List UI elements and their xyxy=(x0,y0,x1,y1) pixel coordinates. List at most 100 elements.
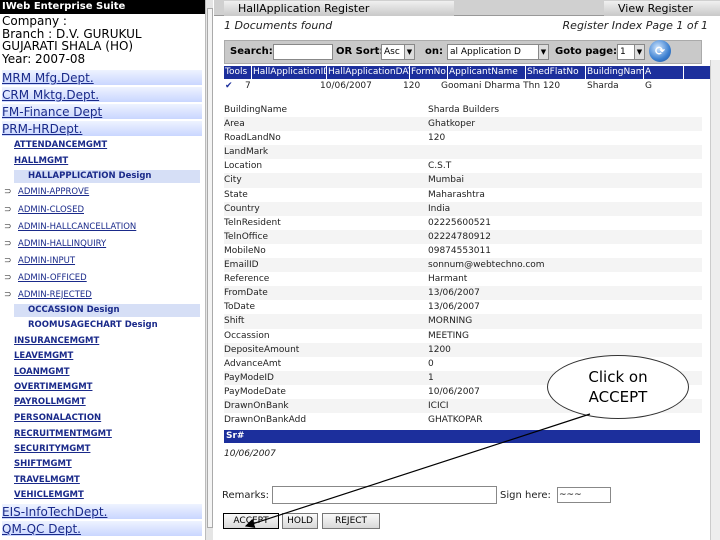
scrollbar-thumb[interactable] xyxy=(207,8,213,528)
cell-date: 10/06/2007 xyxy=(320,81,372,91)
detail-key: Location xyxy=(224,161,263,172)
detail-key: PayModeDate xyxy=(224,386,286,397)
menu-loanmgmt[interactable]: LOANMGMT xyxy=(14,366,70,379)
col-applicantname[interactable]: ApplicantName xyxy=(448,66,526,79)
sub-admin-closed[interactable]: ⊃ ADMIN-CLOSED xyxy=(4,204,84,217)
dept-link-fm[interactable]: FM-Finance Dept xyxy=(2,104,202,120)
sidebar-scrollbar[interactable] xyxy=(205,0,213,540)
main-scrollbar[interactable] xyxy=(710,60,720,540)
cell-applicant: Goomani Dharma Thn 120 xyxy=(441,81,561,91)
detail-row: TelnOffice 02224780912 xyxy=(224,229,702,244)
col-hallapplicationdate[interactable]: HallApplicationDATE xyxy=(327,66,410,79)
detail-key: EmailID xyxy=(224,260,259,271)
detail-value: 0 xyxy=(428,358,434,369)
detail-key: PayModeID xyxy=(224,372,274,383)
dept-link-mrm[interactable]: MRM Mfg.Dept. xyxy=(2,70,202,86)
sub-admin-hallcancellation[interactable]: ⊃ ADMIN-HALLCANCELLATION xyxy=(4,221,136,234)
menu-roomusagechart-design[interactable]: ROOMUSAGECHART Design xyxy=(14,319,158,332)
detail-row: Country India xyxy=(224,201,702,216)
hold-button[interactable]: HOLD xyxy=(282,513,318,529)
detail-row: City Mumbai xyxy=(224,173,702,188)
register-index-text: Register Index Page 1 of 1 xyxy=(562,19,708,32)
tab-hallapplication-register[interactable]: HallApplication Register xyxy=(224,1,454,16)
sub-admin-rejected[interactable]: ⊃ ADMIN-REJECTED xyxy=(4,289,92,302)
detail-row: Shift MORNING xyxy=(224,314,702,329)
detail-key: Reference xyxy=(224,274,270,285)
table-row[interactable]: ✔ 7 10/06/2007 120 Goomani Dharma Thn 120 Sha… xyxy=(224,80,710,92)
menu-securitymgmt[interactable]: SECURITYMGMT xyxy=(14,443,90,456)
menu-payrollmgmt[interactable]: PAYROLLMGMT xyxy=(14,396,86,409)
documents-found-text: 1 Documents found xyxy=(224,19,333,32)
sub-admin-officed[interactable]: ⊃ ADMIN-OFFICED xyxy=(4,272,87,285)
tree-branch-icon: ⊃ xyxy=(4,256,12,266)
detail-row: LandMark xyxy=(224,145,702,160)
dropdown-arrow-icon: ▼ xyxy=(404,45,414,59)
menu-travelmgmt[interactable]: TRAVELMGMT xyxy=(14,474,80,487)
detail-value: Harmant xyxy=(428,274,468,285)
detail-value: sonnum@webtechno.com xyxy=(428,260,545,271)
detail-key: MobileNo xyxy=(224,245,266,256)
detail-row: RoadLandNo 120 xyxy=(224,131,702,146)
menu-vehiclemgmt[interactable]: VEHICLEMGMT xyxy=(14,489,84,502)
detail-key: DepositeAmount xyxy=(224,344,300,355)
detail-value: 13/06/2007 xyxy=(428,302,480,313)
detail-value: India xyxy=(428,203,451,214)
col-buildingname[interactable]: BuildingName xyxy=(586,66,644,79)
dept-link-crm[interactable]: CRM Mktg.Dept. xyxy=(2,87,202,103)
menu-hallapplication-design[interactable]: HALLAPPLICATION Design xyxy=(14,170,200,183)
sub-admin-input[interactable]: ⊃ ADMIN-INPUT xyxy=(4,255,75,268)
detail-value: 13/06/2007 xyxy=(428,288,480,299)
select-check-icon[interactable]: ✔ xyxy=(224,80,244,92)
detail-key: DrawnOnBankAdd xyxy=(224,415,307,426)
detail-value: MEETING xyxy=(428,330,469,341)
detail-key: DrawnOnBank xyxy=(224,400,289,411)
menu-occassion-design[interactable]: OCCASSION Design xyxy=(14,304,200,317)
detail-row: EmailID sonnum@webtechno.com xyxy=(224,258,702,273)
reject-button[interactable]: REJECT xyxy=(322,513,380,529)
col-shedflatno[interactable]: ShedFlatNo xyxy=(526,66,586,79)
menu-overtimemgmt[interactable]: OVERTIMEMGMT xyxy=(14,381,92,394)
detail-key: Occassion xyxy=(224,330,270,341)
detail-value: C.S.T xyxy=(428,161,452,172)
col-tools[interactable]: Tools xyxy=(224,66,252,79)
accept-button[interactable]: ACCEPT xyxy=(223,513,279,529)
menu-personalaction[interactable]: PERSONALACTION xyxy=(14,412,101,425)
detail-value: 09874553011 xyxy=(428,245,491,256)
tab-view-register[interactable]: View Register xyxy=(604,1,720,16)
dept-link-eis[interactable]: EIS-InfoTechDept. xyxy=(2,504,202,520)
col-hallapplicationid[interactable]: HallApplicationID xyxy=(252,66,327,79)
sub-admin-approve[interactable]: ⊃ ADMIN-APPROVE xyxy=(4,186,89,199)
app-title: IWeb Enterprise Suite xyxy=(0,0,205,14)
detail-value: ICICI xyxy=(428,400,449,411)
sr-header: Sr# xyxy=(224,430,700,443)
menu-insurancemgmt[interactable]: INSURANCEMGMT xyxy=(14,335,99,348)
sort-field-select[interactable]: al Application D ▼ xyxy=(447,44,549,60)
sort-order-select[interactable]: Asc ▼ xyxy=(381,44,415,60)
dept-link-qm[interactable]: QM-QC Dept. xyxy=(2,521,202,537)
menu-recruitmentmgmt[interactable]: RECRUITMENTMGMT xyxy=(14,428,112,441)
menu-leavemgmt[interactable]: LEAVEMGMT xyxy=(14,350,73,363)
remarks-input[interactable] xyxy=(272,486,497,504)
menu-shiftmgmt[interactable]: SHIFTMGMT xyxy=(14,458,72,471)
org-info: Company : Branch : D.V. GURUKUL GUJARATI… xyxy=(2,15,142,65)
detail-row: TelnResident 02225600521 xyxy=(224,215,702,230)
signature-field[interactable]: ~~~ xyxy=(557,487,611,503)
detail-value: 02225600521 xyxy=(428,217,491,228)
goto-page-select[interactable]: 1 ▼ xyxy=(617,44,645,60)
menu-attendancemgmt[interactable]: ATTENDANCEMGMT xyxy=(14,139,107,152)
search-input[interactable] xyxy=(273,44,333,60)
menu-hallmgmt[interactable]: HALLMGMT xyxy=(14,155,68,168)
detail-value: MORNING xyxy=(428,316,473,327)
tree-branch-icon: ⊃ xyxy=(4,290,12,300)
col-area[interactable]: A xyxy=(644,66,684,79)
col-formno[interactable]: FormNo xyxy=(410,66,448,79)
detail-key: AdvanceAmt xyxy=(224,358,282,369)
sub-admin-hallinquiry[interactable]: ⊃ ADMIN-HALLINQUIRY xyxy=(4,238,106,251)
callout-line-1: Click on xyxy=(588,368,648,386)
dept-link-prm[interactable]: PRM-HRDept. xyxy=(2,121,202,137)
tree-branch-icon: ⊃ xyxy=(4,273,12,283)
instruction-callout: Click on ACCEPT xyxy=(547,355,689,419)
detail-key: State xyxy=(224,189,248,200)
go-refresh-icon[interactable]: ⟳ xyxy=(649,40,671,62)
detail-row: Location C.S.T xyxy=(224,159,702,174)
